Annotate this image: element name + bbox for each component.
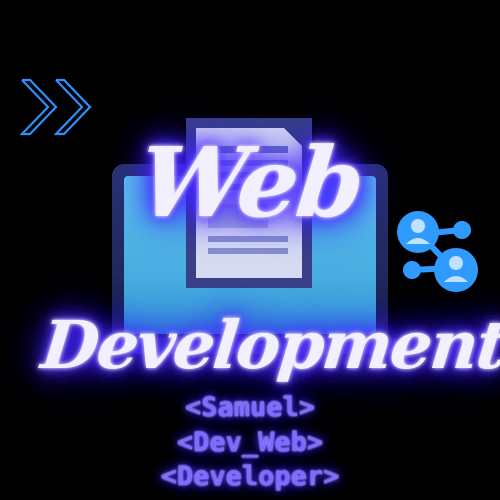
tag-dev-web: <Dev_Web>: [176, 427, 324, 458]
poster: Web Development <Samuel> <Dev_Web> <Deve…: [0, 0, 500, 500]
title-web: Web: [134, 126, 369, 239]
tag-samuel: <Samuel>: [184, 392, 316, 423]
user-network-icon: [397, 211, 478, 292]
double-chevron-right-icon: [19, 78, 92, 136]
title-development: Development: [37, 306, 500, 384]
tag-developer: <Developer>: [160, 461, 340, 492]
